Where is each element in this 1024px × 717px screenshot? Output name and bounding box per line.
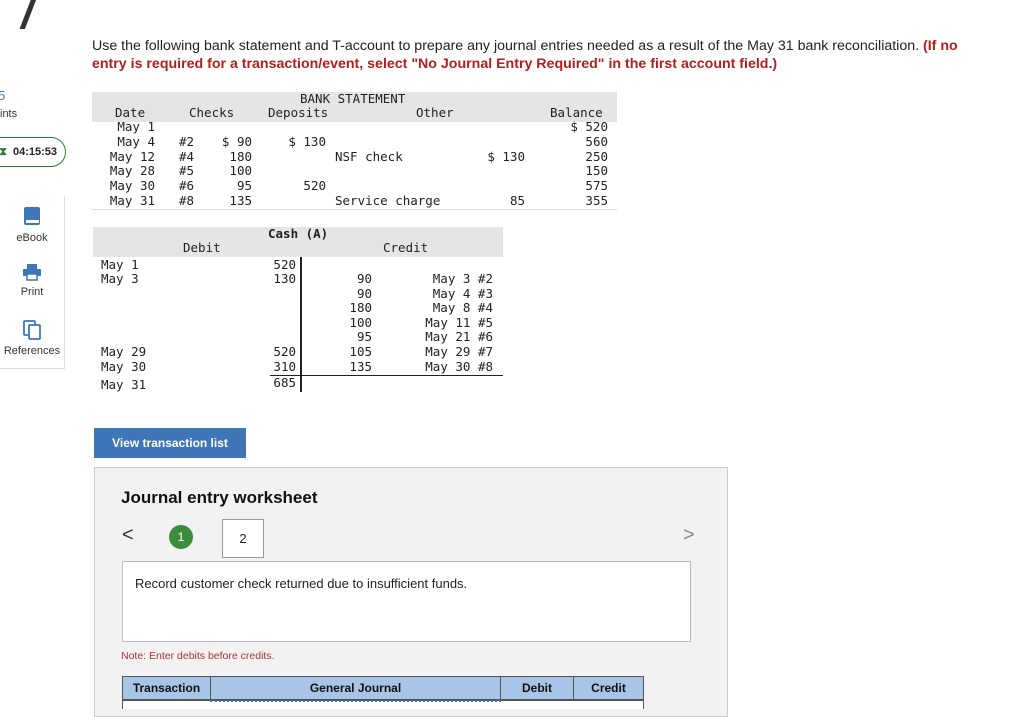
t-account-credit-underline xyxy=(302,375,503,376)
view-transaction-list-button[interactable]: View transaction list xyxy=(94,428,246,458)
question-prompt: Use the following bank statement and T-a… xyxy=(92,37,992,73)
debit-credit-note: Note: Enter debits before credits. xyxy=(121,650,275,662)
prompt-text: Use the following bank statement and T-a… xyxy=(92,38,920,54)
bs-row-other-amt: $ 130 xyxy=(487,149,525,164)
col-general-journal-header: General Journal xyxy=(210,676,501,700)
t-credit-amount: 90 xyxy=(356,271,372,286)
t-credit-desc: May 30 #8 xyxy=(425,359,493,374)
t-account-credit-label: Credit xyxy=(383,240,429,255)
t-debit-date: May 30 xyxy=(101,359,147,374)
journal-account-field[interactable] xyxy=(210,700,501,704)
bs-row-check-amt: 100 xyxy=(229,163,252,178)
t-debit-amount: 310 xyxy=(273,359,296,374)
bs-row-date: May 30 xyxy=(109,178,155,193)
book-icon xyxy=(24,207,40,225)
t-account-divider xyxy=(300,257,302,392)
bs-row-check-amt: 95 xyxy=(236,178,252,193)
bs-row-balance: 560 xyxy=(585,134,608,149)
col-debit-header: Debit xyxy=(500,676,574,700)
bs-row-deposit: $ 130 xyxy=(288,134,326,149)
t-account-debit-label: Debit xyxy=(183,240,221,255)
timer-badge: ⧗ 04:15:53 xyxy=(0,137,66,167)
bs-row-other-desc: Service charge xyxy=(335,193,441,208)
timer-text: 04:15:53 xyxy=(12,146,57,158)
bs-row-check-amt: 135 xyxy=(229,193,252,208)
points-label: ints xyxy=(0,108,18,120)
chevron-right-icon[interactable]: > xyxy=(683,524,695,547)
copy-icon xyxy=(23,320,41,340)
hourglass-icon: ⧗ xyxy=(0,145,7,158)
col-deposits-header: Deposits xyxy=(268,105,329,120)
sidebar-label-references: References xyxy=(3,345,61,357)
t-debit-amount: 130 xyxy=(273,271,296,286)
worksheet-title: Journal entry worksheet xyxy=(121,488,318,507)
col-transaction-header: Transaction xyxy=(122,676,211,700)
printer-icon xyxy=(23,264,41,281)
t-debit-date: May 29 xyxy=(101,344,147,359)
bs-row-date: May 1 xyxy=(117,119,155,134)
t-credit-desc: May 3 #2 xyxy=(432,271,493,286)
bs-row-date: May 31 xyxy=(109,193,155,208)
col-credit-header: Credit xyxy=(573,676,644,700)
bs-row-check-amt: $ 90 xyxy=(221,134,252,149)
chevron-left-icon[interactable]: < xyxy=(122,524,134,547)
col-other-header: Other xyxy=(416,105,454,120)
bs-row-deposit: 520 xyxy=(303,178,326,193)
bs-row-check-no: #5 xyxy=(179,163,195,178)
t-credit-desc: May 8 #4 xyxy=(432,300,493,315)
bs-row-date: May 4 xyxy=(117,134,155,149)
t-debit-date: May 3 xyxy=(101,271,139,286)
bs-row-balance: 575 xyxy=(585,178,608,193)
bs-row-balance: 150 xyxy=(585,163,608,178)
bs-row-check-no: #8 xyxy=(179,193,195,208)
sidebar-tools: eBook Print References xyxy=(0,196,65,369)
sidebar-item-print[interactable]: Print xyxy=(0,263,64,298)
transaction-description: Record customer check returned due to in… xyxy=(122,561,691,642)
step-2-tab[interactable]: 2 xyxy=(222,519,264,558)
bs-row-date: May 28 xyxy=(109,163,155,178)
t-credit-amount: 105 xyxy=(349,344,372,359)
question-number: 7 xyxy=(10,0,44,42)
bs-row-other-amt: 85 xyxy=(509,193,525,208)
t-ending-date: May 31 xyxy=(101,377,147,392)
sidebar-label-print: Print xyxy=(20,286,44,298)
t-credit-amount: 135 xyxy=(349,359,372,374)
t-debit-amount: 520 xyxy=(273,344,296,359)
sidebar-item-ebook[interactable]: eBook xyxy=(0,206,64,244)
col-checks-header: Checks xyxy=(189,105,235,120)
sidebar-item-references[interactable]: References xyxy=(0,320,64,357)
sidebar-label-ebook: eBook xyxy=(16,232,48,244)
bs-row-balance: 355 xyxy=(585,193,608,208)
t-account-title: Cash (A) xyxy=(268,226,329,241)
t-credit-amount: 95 xyxy=(356,329,372,344)
step-1-indicator[interactable]: 1 xyxy=(169,525,193,549)
bs-row-check-no: #6 xyxy=(179,178,195,193)
points-value: 5 xyxy=(0,88,6,103)
bs-row-check-no: #2 xyxy=(179,134,195,149)
t-credit-desc: May 29 #7 xyxy=(425,344,493,359)
bs-row-balance: $ 520 xyxy=(570,119,608,134)
t-ending-balance: 685 xyxy=(273,375,296,390)
bs-row-other-desc: NSF check xyxy=(335,149,403,164)
t-credit-amount: 180 xyxy=(349,300,372,315)
t-credit-desc: May 21 #6 xyxy=(425,329,493,344)
